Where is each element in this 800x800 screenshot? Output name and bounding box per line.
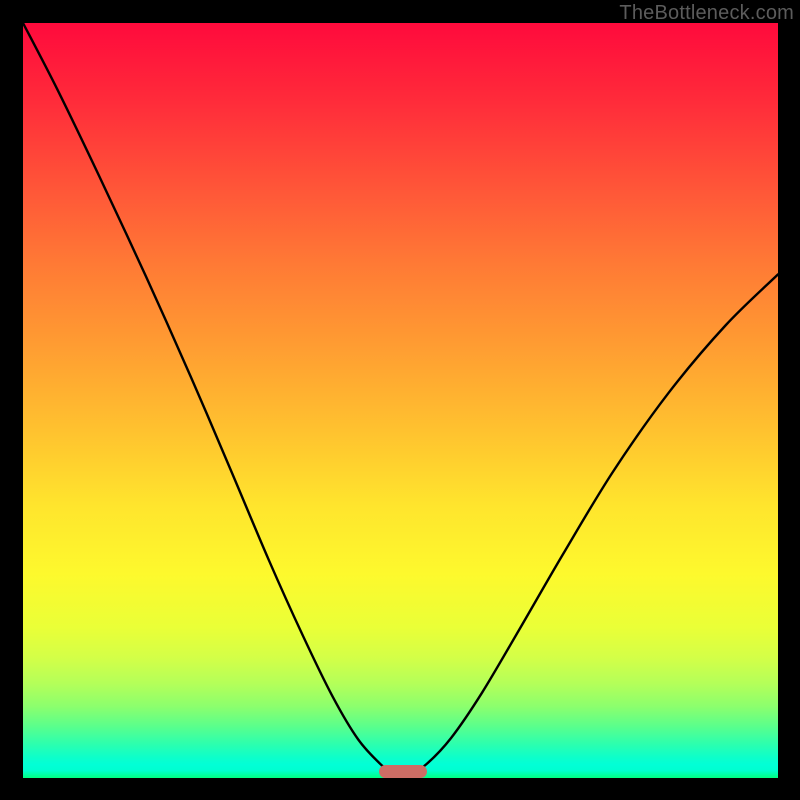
chart-frame: TheBottleneck.com: [0, 0, 800, 800]
watermark-text: TheBottleneck.com: [619, 2, 794, 25]
optimal-range-marker: [379, 765, 427, 778]
gradient-background: [23, 23, 778, 778]
